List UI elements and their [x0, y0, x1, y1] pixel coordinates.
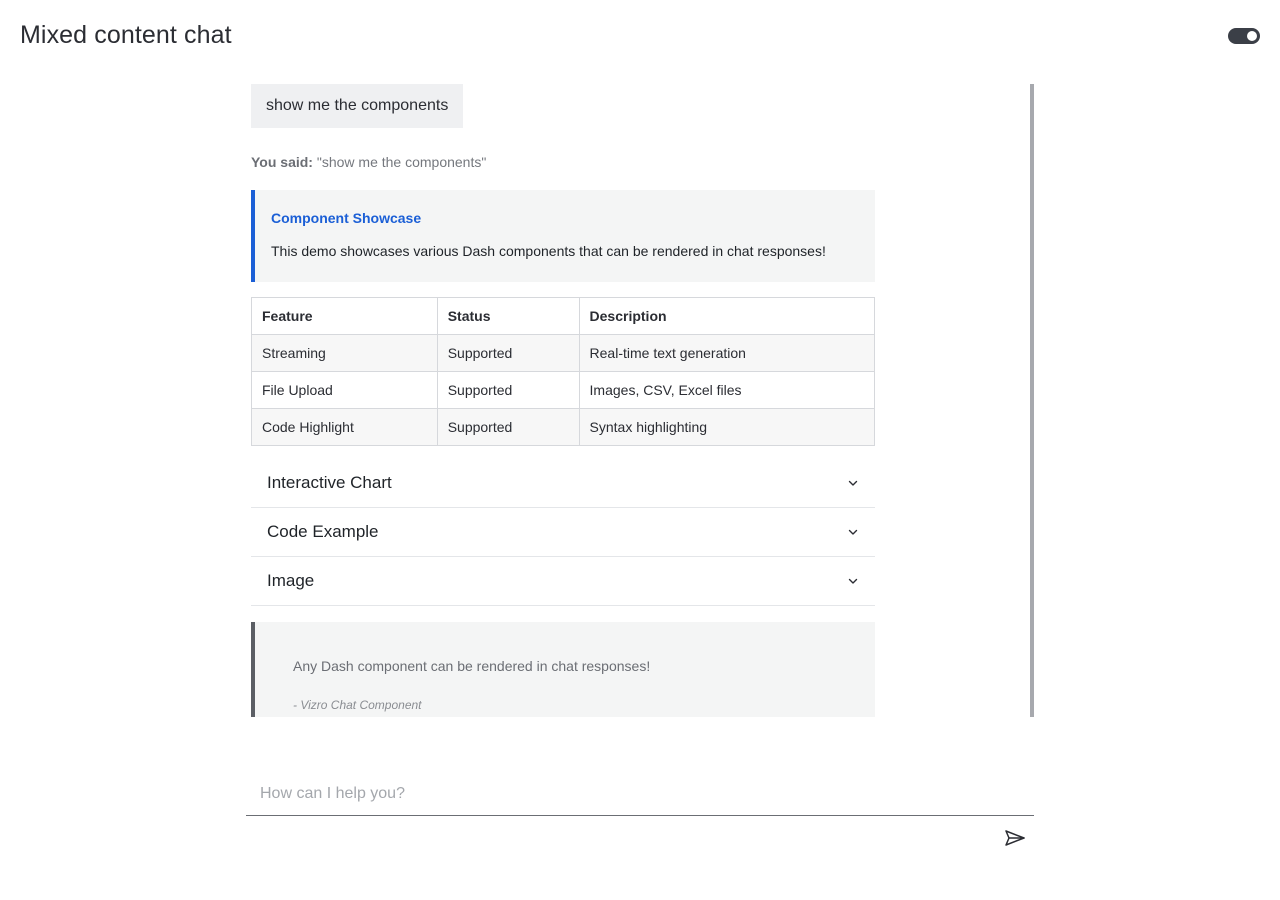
chevron-down-icon: [848, 480, 858, 486]
table-cell: Supported: [436, 371, 580, 409]
table-cell: File Upload: [251, 371, 438, 409]
table-row: Code Highlight Supported Syntax highligh…: [251, 408, 876, 446]
table-cell: Supported: [436, 408, 580, 446]
callout-title: Component Showcase: [271, 210, 422, 226]
chat-input[interactable]: [246, 773, 1034, 815]
table-cell: Code Highlight: [251, 408, 438, 446]
table-row: File Upload Supported Images, CSV, Excel…: [251, 371, 876, 409]
accordion-label: Image: [267, 571, 315, 590]
send-button[interactable]: [1001, 827, 1029, 849]
table-row: Streaming Supported Real-time text gener…: [251, 334, 876, 372]
theme-toggle[interactable]: [1228, 28, 1260, 44]
showcase-callout: Component Showcase This demo showcases v…: [251, 190, 875, 282]
table-header-cell: Feature: [251, 297, 438, 335]
blockquote: Any Dash component can be rendered in ch…: [251, 622, 875, 717]
quote-citation: - Vizro Chat Component: [293, 698, 422, 712]
chevron-down-icon: [848, 578, 858, 584]
table-cell: Streaming: [251, 334, 438, 372]
accordion-label: Interactive Chart: [267, 473, 392, 492]
accordion-item-code-example[interactable]: Code Example: [251, 508, 875, 557]
page-title: Mixed content chat: [20, 21, 232, 49]
echo-text: "show me the components": [316, 154, 487, 170]
chat-history: show me the components You said: "show m…: [246, 84, 1034, 717]
table-cell: Real-time text generation: [578, 334, 876, 372]
feature-table: Feature Status Description Streaming Sup…: [251, 297, 876, 446]
table-cell: Images, CSV, Excel files: [578, 371, 876, 409]
table-cell: Syntax highlighting: [578, 408, 876, 446]
theme-toggle-knob: [1247, 31, 1257, 41]
echo-line: You said: "show me the components": [251, 154, 486, 170]
callout-body: This demo showcases various Dash compone…: [271, 243, 826, 259]
send-icon: [1005, 830, 1025, 846]
accordion-label: Code Example: [267, 522, 379, 541]
echo-prefix: You said:: [251, 154, 313, 170]
table-header-row: Feature Status Description: [251, 297, 876, 335]
table-cell: Supported: [436, 334, 580, 372]
table-header-cell: Status: [436, 297, 580, 335]
chat-scrollbar[interactable]: [1030, 84, 1034, 717]
accordion-item-image[interactable]: Image: [251, 557, 875, 606]
quote-text: Any Dash component can be rendered in ch…: [293, 658, 651, 674]
table-header-cell: Description: [578, 297, 876, 335]
content-accordion: Interactive Chart Code Example Image: [251, 459, 875, 606]
chevron-down-icon: [848, 529, 858, 535]
chat-input-container: [246, 773, 1034, 816]
accordion-item-interactive-chart[interactable]: Interactive Chart: [251, 459, 875, 508]
user-message-bubble: show me the components: [251, 84, 464, 128]
